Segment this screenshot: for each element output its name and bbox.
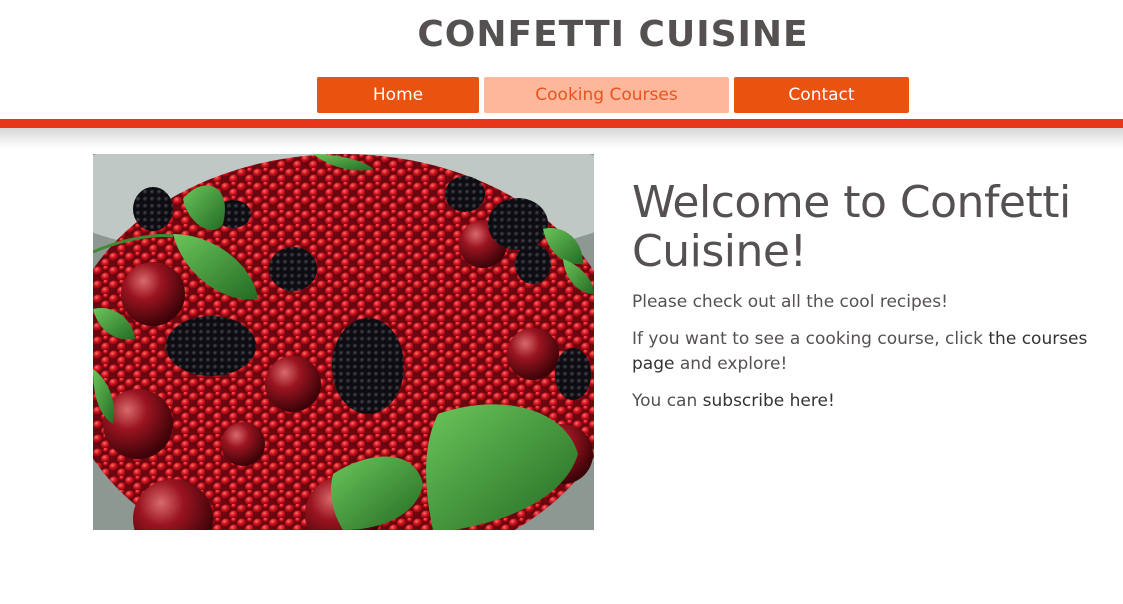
site-header: CONFETTI CUISINE Home Cooking Courses Co… — [0, 0, 1123, 128]
courses-text-suffix: and explore! — [674, 354, 788, 374]
hero-berries-image — [93, 154, 594, 530]
welcome-heading: Welcome to Confetti Cuisine! — [632, 177, 1071, 277]
subscribe-link[interactable]: subscribe here! — [703, 391, 835, 411]
nav-home-button[interactable]: Home — [317, 77, 479, 113]
header-accent-bar — [0, 119, 1123, 128]
nav-cooking-courses-button[interactable]: Cooking Courses — [484, 77, 729, 113]
header-shadow — [0, 128, 1123, 148]
nav-contact-button[interactable]: Contact — [734, 77, 909, 113]
subscribe-text: You can subscribe here! — [632, 389, 1122, 414]
intro-text-content: Please check out all the cool recipes! — [632, 292, 948, 312]
courses-text: If you want to see a cooking course, cli… — [632, 327, 1122, 377]
subscribe-text-prefix: You can — [632, 391, 703, 411]
site-title: CONFETTI CUISINE — [417, 14, 809, 55]
courses-text-prefix: If you want to see a cooking course, cli… — [632, 329, 989, 349]
berries-photo — [93, 154, 594, 530]
intro-text: Please check out all the cool recipes! — [632, 290, 1122, 315]
welcome-content: Welcome to Confetti Cuisine! Please chec… — [632, 178, 1122, 426]
